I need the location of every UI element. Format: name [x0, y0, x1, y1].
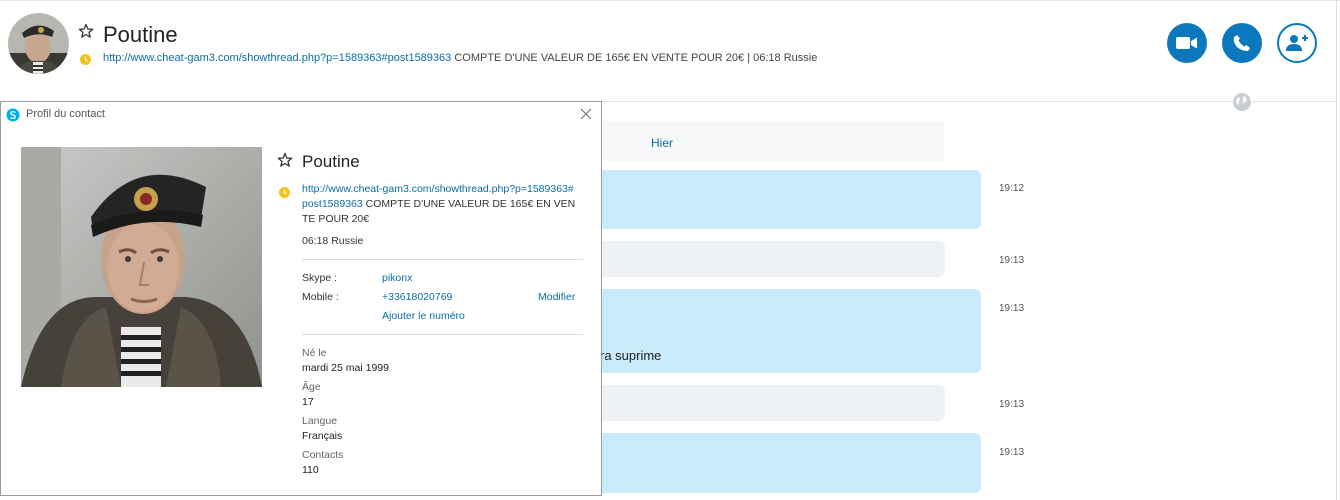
section-divider [302, 259, 583, 260]
message-bubble-outgoing[interactable] [600, 433, 981, 493]
skype-logo-icon [6, 108, 20, 122]
away-status-icon [279, 185, 290, 198]
contact-avatar[interactable] [8, 13, 69, 74]
conversation-header: Poutine http://www.cheat-gam3.com/showth… [0, 0, 1340, 100]
profile-local-time: 06:18 Russie [302, 235, 364, 247]
profile-mood: http://www.cheat-gam3.com/showthread.php… [302, 182, 577, 227]
message-time: 19:13 [999, 399, 1025, 410]
mood-text: COMPTE D'UNE VALEUR DE 165€ EN VENTE POU… [451, 52, 745, 64]
header-divider [600, 101, 1336, 102]
message-bubble-incoming[interactable] [600, 385, 945, 421]
message-text: ra suprime [600, 348, 662, 363]
add-people-button[interactable] [1277, 23, 1317, 63]
profile-photo [21, 147, 262, 387]
message-time: 19:13 [999, 447, 1025, 458]
message-time: 19:12 [999, 183, 1025, 194]
away-status-icon [80, 52, 91, 65]
window-title: Profil du contact [26, 108, 105, 120]
mobile-label: Mobile : [302, 291, 339, 303]
message-bubble-incoming[interactable] [600, 241, 945, 277]
favorite-star-icon[interactable] [78, 23, 94, 39]
message-bubble-outgoing[interactable] [600, 170, 981, 229]
contacts-value: 110 [302, 464, 319, 476]
mood-separator: | [744, 52, 754, 64]
add-number-link[interactable]: Ajouter le numéro [382, 310, 465, 322]
age-label: Âge [302, 381, 321, 393]
favorite-star-icon[interactable] [277, 152, 293, 168]
contact-profile-window: Profil du contact Poutine http://www.che… [0, 101, 602, 496]
video-camera-icon [1176, 37, 1197, 49]
day-label: Hier [651, 136, 674, 150]
skype-label: Skype : [302, 272, 338, 284]
phone-icon [1233, 35, 1250, 51]
video-call-button[interactable] [1167, 23, 1207, 63]
audio-call-button[interactable] [1222, 23, 1262, 63]
contacts-label: Contacts [302, 449, 344, 461]
mobile-number[interactable]: +33618020769 [382, 291, 452, 303]
mood-message: http://www.cheat-gam3.com/showthread.php… [103, 52, 817, 64]
skype-id[interactable]: pikonx [382, 272, 412, 284]
contact-name[interactable]: Poutine [103, 22, 178, 48]
message-time: 19:13 [999, 303, 1025, 314]
profile-name: Poutine [302, 152, 360, 171]
birthdate-label: Né le [302, 347, 327, 359]
language-label: Langue [302, 415, 338, 427]
section-divider [302, 334, 583, 335]
age-value: 17 [302, 396, 314, 408]
window-edge [1336, 0, 1337, 500]
add-person-icon [1286, 35, 1308, 51]
modify-button[interactable]: Modifier [538, 291, 575, 303]
profile-titlebar[interactable]: Profil du contact [1, 102, 601, 126]
message-bubble-outgoing[interactable]: ra suprime [600, 289, 981, 373]
local-time: 06:18 Russie [753, 52, 818, 64]
language-value: Français [302, 430, 343, 442]
mood-link[interactable]: http://www.cheat-gam3.com/showthread.php… [103, 52, 451, 64]
message-time: 19:13 [999, 255, 1025, 266]
birthdate-value: mardi 25 mai 1999 [302, 362, 389, 374]
close-icon[interactable] [579, 107, 593, 121]
